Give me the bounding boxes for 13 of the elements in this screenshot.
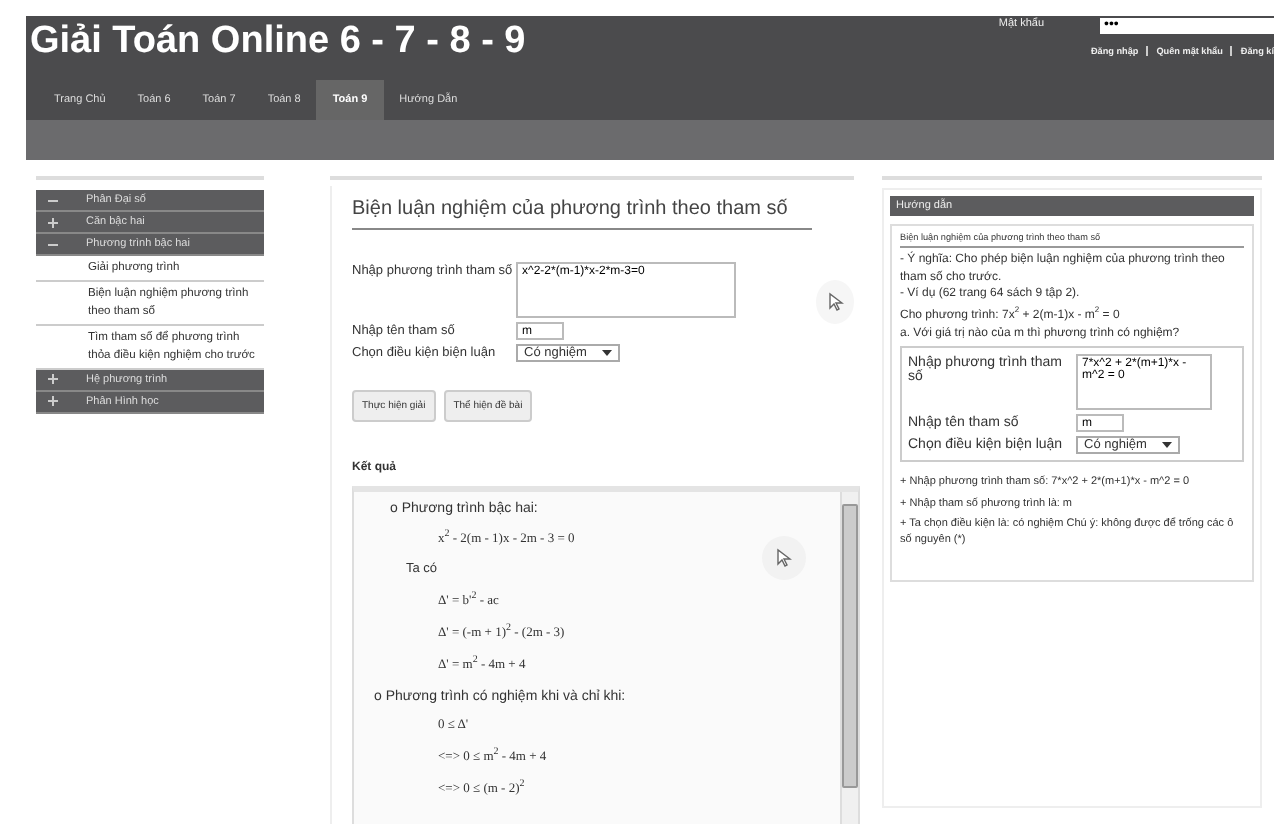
cursor-icon: [762, 536, 806, 580]
site-title: Giải Toán Online 6 - 7 - 8 - 9: [30, 20, 526, 66]
scrollbar[interactable]: [840, 492, 858, 824]
plus-icon[interactable]: [48, 217, 58, 227]
cursor-icon: [816, 280, 854, 324]
scrollbar-thumb[interactable]: [842, 504, 858, 788]
page-heading: Biện luận nghiệm của phương trình theo tham số: [352, 198, 812, 230]
minus-icon[interactable]: [48, 195, 58, 205]
plus-icon[interactable]: [48, 374, 58, 385]
minus-icon[interactable]: [48, 239, 58, 249]
caret-icon: [1162, 442, 1172, 449]
plus-icon[interactable]: [48, 396, 58, 407]
caret-icon: [602, 350, 612, 356]
